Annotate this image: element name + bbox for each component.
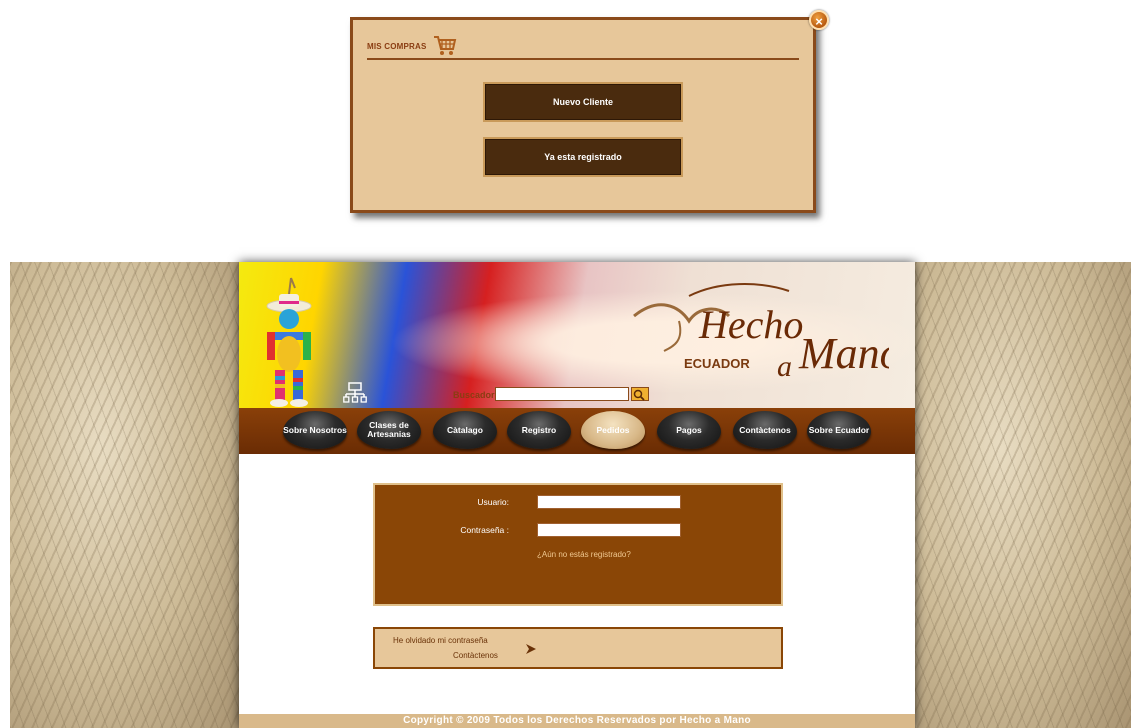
password-field[interactable] [537,523,681,537]
cart-icon [434,36,457,55]
footer-copyright: Copyright © 2009 Todos los Derechos Rese… [239,714,915,728]
magnifier-icon[interactable] [631,387,649,401]
sitemap-icon[interactable] [343,382,367,404]
contact-link[interactable]: Contàctenos [453,651,498,660]
nav-item-pedidos[interactable]: Pedidos [581,411,645,449]
already-registered-button[interactable]: Ya esta registrado [483,137,683,177]
wood-background-left [10,262,239,728]
nav-item-catalago[interactable]: Càtalago [433,411,497,449]
register-link[interactable]: ¿Aún no estás registrado? [537,550,631,559]
svg-text:a: a [777,350,792,383]
popup-title: MIS COMPRAS [367,42,427,51]
svg-text:Mano: Mano [798,329,889,378]
header-banner: Hecho Mano a ECUADOR Buscador: [239,262,915,408]
shopping-cart-popup: MIS COMPRAS × Nuevo Cliente Ya esta regi… [350,10,829,213]
nav-item-pagos[interactable]: Pagos [657,411,721,449]
nav-item-sobre-nosotros[interactable]: Sobre Nosotros [283,411,347,449]
close-icon[interactable]: × [809,10,829,30]
password-label: Contraseña : [460,525,509,535]
doll-mascot-image [266,277,312,407]
website-page: Hecho Mano a ECUADOR Buscador: Sobre Nos… [10,262,1131,728]
popup-header: MIS COMPRAS [367,34,799,60]
username-field[interactable] [537,495,681,509]
search-label: Buscador: [453,390,498,400]
svg-text:Hecho: Hecho [698,302,803,347]
main-navigation: Sobre Nosotros Clases de Artesanias Càta… [239,408,915,454]
forgot-password-link[interactable]: He olvidado mi contraseña [393,636,488,645]
wood-background-right [915,262,1131,728]
username-label: Usuario: [477,497,509,507]
nav-item-clases-artesanias[interactable]: Clases de Artesanias [357,411,421,449]
login-form: Usuario: Contraseña : ¿Aún no estás regi… [373,483,783,606]
arrow-right-icon[interactable] [525,643,537,655]
help-links-box: He olvidado mi contraseña Contàctenos [373,627,783,669]
nav-item-sobre-ecuador[interactable]: Sobre Ecuador [807,411,871,449]
hecho-a-mano-logo: Hecho Mano a ECUADOR [633,283,889,383]
nav-item-contactenos[interactable]: Contàctenos [733,411,797,449]
main-content-area: Hecho Mano a ECUADOR Buscador: Sobre Nos… [239,262,915,728]
nav-item-registro[interactable]: Registro [507,411,571,449]
search-input[interactable] [495,387,629,401]
logo-country-text: ECUADOR [684,356,750,371]
new-client-button[interactable]: Nuevo Cliente [483,82,683,122]
